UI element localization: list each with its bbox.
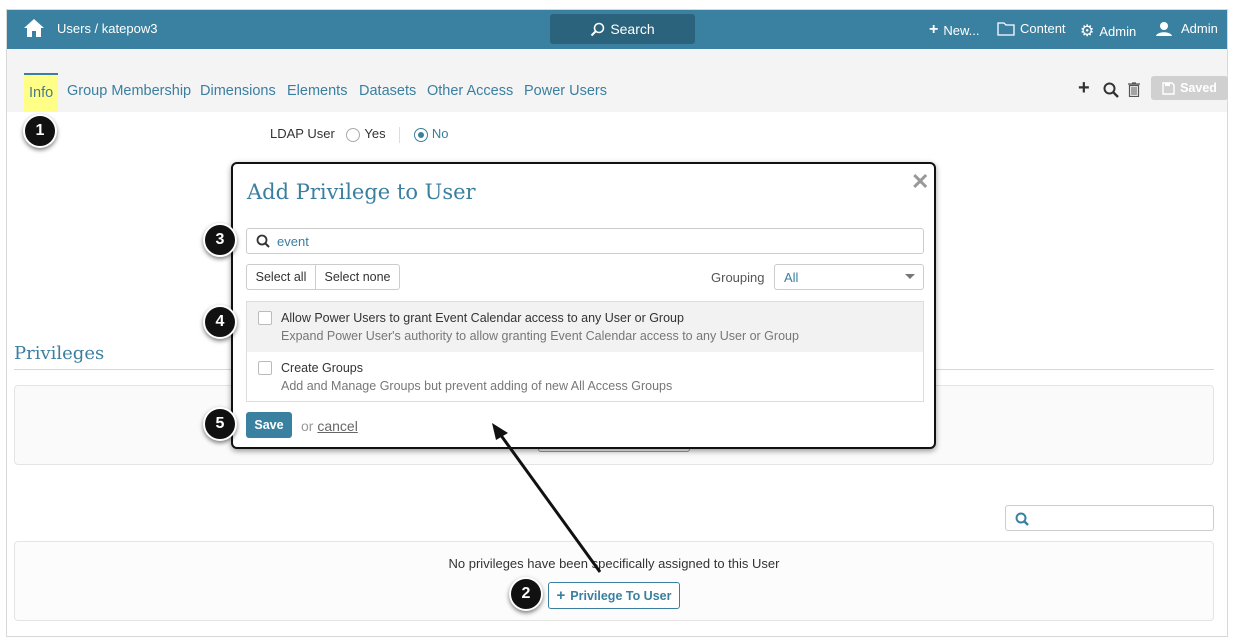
trash-icon[interactable] xyxy=(1128,82,1140,97)
saved-label: Saved xyxy=(1180,81,1217,95)
step-badge-3: 3 xyxy=(203,223,237,257)
breadcrumb[interactable]: Users / katepow3 xyxy=(57,21,157,36)
item-checkbox[interactable] xyxy=(258,361,272,375)
add-icon[interactable]: + xyxy=(1078,77,1090,100)
save-button[interactable]: Save xyxy=(246,412,292,438)
tab-power-users[interactable]: Power Users xyxy=(524,83,607,99)
list-item[interactable]: Allow Power Users to grant Event Calenda… xyxy=(247,302,923,352)
ldap-yes-radio[interactable] xyxy=(346,127,361,142)
close-icon[interactable]: ✕ xyxy=(911,169,929,195)
tab-info[interactable]: Info xyxy=(24,73,59,112)
tab-datasets[interactable]: Datasets xyxy=(359,83,416,99)
tab-bar: Info Group Membership Dimensions Element… xyxy=(7,49,1228,112)
item-title: Allow Power Users to grant Event Calenda… xyxy=(281,311,684,325)
search-value: event xyxy=(277,234,309,249)
add-privilege-dialog: Add Privilege to User ✕ event Select all… xyxy=(231,162,936,449)
top-navbar: Users / katepow3 Search + New... Content … xyxy=(7,10,1227,49)
empty-message: No privileges have been specifically ass… xyxy=(448,556,780,571)
user-menu-button[interactable]: Admin xyxy=(1156,21,1218,36)
ldap-user-label: LDAP User xyxy=(270,126,335,141)
or-text: or cancel xyxy=(301,418,358,434)
tab-elements[interactable]: Elements xyxy=(287,83,347,99)
privilege-search-input[interactable]: event xyxy=(246,228,924,254)
folder-icon xyxy=(997,21,1015,36)
grouping-value: All xyxy=(784,270,799,285)
privileges-heading: Privileges xyxy=(14,343,105,364)
item-title: Create Groups xyxy=(281,361,363,375)
select-all-button[interactable]: Select all xyxy=(246,264,316,290)
search-icon[interactable] xyxy=(1103,82,1119,98)
plus-icon: + xyxy=(929,21,939,38)
grouping-select[interactable]: All xyxy=(774,264,924,290)
ldap-yes-label: Yes xyxy=(364,126,386,141)
item-description: Expand Power User's authority to allow g… xyxy=(281,329,799,343)
search-icon xyxy=(591,22,605,36)
ldap-no-label: No xyxy=(431,126,449,141)
item-checkbox[interactable] xyxy=(258,311,272,325)
or-label: or xyxy=(301,418,314,434)
ldap-no-radio[interactable] xyxy=(413,127,428,142)
new-button[interactable]: + New... xyxy=(929,21,979,39)
tab-other-access[interactable]: Other Access xyxy=(427,83,513,99)
privileges-search-input[interactable] xyxy=(1005,505,1214,531)
gear-icon: ⚙ xyxy=(1080,23,1095,40)
search-icon xyxy=(256,234,270,248)
select-none-button[interactable]: Select none xyxy=(315,264,400,290)
step-badge-1: 1 xyxy=(23,114,57,148)
admin-settings-label: Admin xyxy=(1099,23,1137,39)
home-icon[interactable] xyxy=(23,18,45,38)
search-icon xyxy=(1015,512,1029,526)
grouping-label: Grouping xyxy=(711,270,765,285)
tab-group-membership[interactable]: Group Membership xyxy=(67,83,191,99)
chevron-down-icon xyxy=(905,274,915,279)
add-privilege-label: Privilege To User xyxy=(570,588,672,603)
list-item[interactable]: Create Groups Add and Manage Groups but … xyxy=(247,352,923,402)
step-badge-5: 5 xyxy=(203,407,237,441)
ldap-user-field: LDAP User Yes No xyxy=(270,126,449,143)
add-privilege-button[interactable]: + Privilege To User xyxy=(548,582,680,609)
cancel-link[interactable]: cancel xyxy=(317,418,357,434)
assigned-privileges-panel: No privileges have been specifically ass… xyxy=(14,541,1214,621)
dialog-title: Add Privilege to User xyxy=(247,180,476,204)
new-label: New... xyxy=(943,22,980,38)
item-description: Add and Manage Groups but prevent adding… xyxy=(281,379,673,393)
step-badge-4: 4 xyxy=(203,305,237,339)
content-label: Content xyxy=(1020,21,1066,36)
content-button[interactable]: Content xyxy=(997,21,1066,36)
user-icon xyxy=(1156,22,1172,36)
step-badge-2: 2 xyxy=(509,577,543,611)
admin-settings-button[interactable]: ⚙ Admin xyxy=(1080,21,1136,41)
floppy-icon xyxy=(1162,81,1175,95)
tab-dimensions[interactable]: Dimensions xyxy=(200,83,276,99)
saved-button[interactable]: Saved xyxy=(1151,76,1228,100)
user-label: Admin xyxy=(1181,21,1218,36)
privilege-list: Allow Power Users to grant Event Calenda… xyxy=(246,301,924,402)
plus-icon: + xyxy=(556,587,566,604)
search-label: Search xyxy=(610,21,655,37)
search-button[interactable]: Search xyxy=(550,14,695,44)
